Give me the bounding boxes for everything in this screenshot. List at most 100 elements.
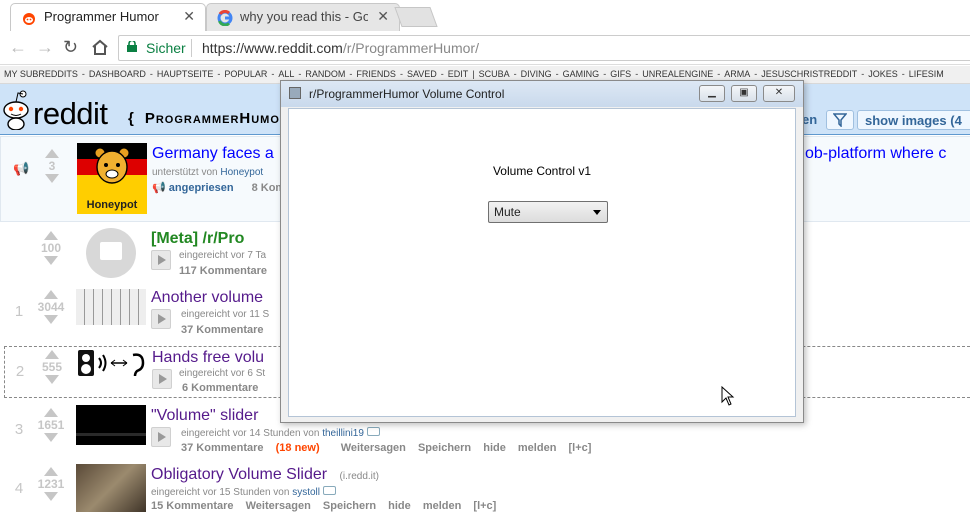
expando-button[interactable]	[151, 250, 171, 270]
honeypot-bear-icon	[94, 147, 130, 184]
subreddit-bar-link[interactable]: JESUSCHRISTREDDIT	[757, 69, 861, 79]
forward-arrow-icon[interactable]: →	[36, 37, 54, 58]
tab-google-search[interactable]: why you read this - Goo ✕	[206, 3, 400, 31]
upvote-arrow-icon[interactable]	[44, 290, 58, 299]
subreddit-bar-link[interactable]: SCUBA	[475, 69, 514, 79]
minimize-button[interactable]: ▁	[699, 85, 725, 102]
post-domain[interactable]: (i.redd.it)	[340, 471, 379, 482]
close-tab-icon[interactable]: ✕	[377, 8, 389, 25]
tagline-text: eingereicht vor 14 Stunden von	[181, 428, 320, 439]
expando-button[interactable]	[151, 309, 171, 329]
hide-link[interactable]: hide	[388, 500, 411, 512]
subreddit-bar-link[interactable]: MY SUBREDDITS	[0, 69, 82, 79]
subreddit-title[interactable]: {ProgrammerHumor	[128, 110, 289, 127]
comments-link[interactable]: 117 Kommentare	[179, 265, 267, 277]
post-title-continued[interactable]: ob-platform where c	[805, 145, 946, 163]
header-link-partial[interactable]: en	[802, 112, 817, 127]
expando-button[interactable]	[151, 427, 171, 447]
link-comments-link[interactable]: [l+c]	[473, 500, 496, 512]
show-images-button[interactable]: show images (4	[857, 110, 970, 130]
post-title[interactable]: "Volume" slider	[151, 407, 258, 425]
upvote-arrow-icon[interactable]	[44, 231, 58, 240]
save-link[interactable]: Speichern	[418, 442, 471, 454]
post-score: 3	[48, 159, 56, 173]
tab-title: Programmer Humor	[44, 9, 159, 24]
subreddit-bar-link[interactable]: ARMA	[720, 69, 754, 79]
post-title[interactable]: Germany faces a	[152, 145, 274, 163]
downvote-arrow-icon[interactable]	[44, 315, 58, 324]
upvote-arrow-icon[interactable]	[45, 149, 59, 158]
downvote-arrow-icon[interactable]	[45, 174, 59, 183]
reddit-alien-logo-icon[interactable]	[1, 90, 31, 130]
subreddit-bar-link[interactable]: HAUPTSEITE	[153, 69, 218, 79]
tab-title: why you read this - Goo	[240, 9, 368, 24]
close-window-button[interactable]: ✕	[763, 85, 795, 102]
close-tab-icon[interactable]: ✕	[183, 8, 195, 25]
filter-icon	[833, 113, 847, 127]
post-title[interactable]: Hands free volu	[152, 349, 264, 367]
downvote-arrow-icon[interactable]	[45, 375, 59, 384]
subreddit-bar-link[interactable]: UNREALENGINE	[638, 69, 717, 79]
reddit-wordmark[interactable]: reddit	[33, 96, 108, 132]
window-titlebar[interactable]: r/ProgrammerHumor Volume Control ▁ ▣ ✕	[281, 81, 803, 107]
comments-link[interactable]: 37 Kommentare (18 new)	[181, 442, 329, 454]
upvote-arrow-icon[interactable]	[45, 350, 59, 359]
downvote-arrow-icon[interactable]	[44, 433, 58, 442]
tab-programmer-humor[interactable]: Programmer Humor ✕	[10, 3, 206, 31]
post-title[interactable]: Another volume	[151, 289, 263, 307]
subreddit-bar-link[interactable]: LIFESIM	[905, 69, 948, 79]
post-author[interactable]: Honeypot	[220, 167, 263, 178]
subreddit-bar-link[interactable]: RANDOM	[301, 69, 349, 79]
subreddit-bar-link[interactable]: ALL	[274, 69, 298, 79]
expando-button[interactable]	[152, 369, 172, 389]
subreddit-bar-link[interactable]: GAMING	[559, 69, 604, 79]
subreddit-bar-link[interactable]: FRIENDS	[352, 69, 400, 79]
back-arrow-icon[interactable]: ←	[9, 37, 27, 58]
post-author[interactable]: systoll	[292, 487, 320, 498]
post-rank: 4	[14, 480, 24, 497]
home-icon[interactable]	[91, 39, 109, 55]
volume-control-window: r/ProgrammerHumor Volume Control ▁ ▣ ✕ V…	[280, 80, 804, 423]
subreddit-bar-link[interactable]: DIVING	[517, 69, 556, 79]
subreddit-bar-link[interactable]: DASHBOARD	[85, 69, 150, 79]
share-link[interactable]: Weitersagen	[246, 500, 311, 512]
post-thumbnail[interactable]: Honeypot	[77, 143, 147, 214]
post-title[interactable]: [Meta] /r/Pro	[151, 230, 244, 248]
post-thumbnail[interactable]	[76, 464, 146, 512]
reload-icon[interactable]: ↻	[63, 37, 78, 58]
downvote-arrow-icon[interactable]	[44, 256, 58, 265]
link-comments-link[interactable]: [l+c]	[568, 442, 591, 454]
report-link[interactable]: melden	[518, 442, 557, 454]
report-link[interactable]: melden	[423, 500, 462, 512]
volume-select[interactable]: Mute	[488, 201, 608, 223]
comments-link[interactable]: 6 Kommentare	[182, 382, 258, 394]
address-bar[interactable]: Sicher https://www.reddit.com/r/Programm…	[118, 35, 970, 61]
subreddit-bar-link[interactable]: SAVED	[403, 69, 441, 79]
new-tab-button[interactable]	[394, 7, 438, 27]
post-buttons: 37 Kommentare	[181, 324, 273, 336]
post-thumbnail[interactable]	[76, 405, 146, 445]
subreddit-bar-link[interactable]: GIFS	[606, 69, 635, 79]
vote-box: 1651	[37, 408, 65, 442]
downvote-arrow-icon[interactable]	[44, 492, 58, 501]
post-title[interactable]: Obligatory Volume Slider (i.redd.it)	[151, 466, 379, 484]
share-link[interactable]: Weitersagen	[341, 442, 406, 454]
hide-link[interactable]: hide	[483, 442, 506, 454]
volume-control-label: Volume Control v1	[492, 164, 592, 178]
post-thumbnail[interactable]	[77, 349, 147, 377]
save-link[interactable]: Speichern	[323, 500, 376, 512]
post-author[interactable]: theillini19	[322, 428, 364, 439]
subreddit-bar-link[interactable]: EDIT	[444, 69, 473, 79]
upvote-arrow-icon[interactable]	[44, 408, 58, 417]
filter-button[interactable]	[826, 110, 854, 130]
restore-button[interactable]: ▣	[731, 85, 757, 102]
post-thumbnail[interactable]	[76, 228, 146, 278]
megaphone-icon: 📢	[13, 161, 30, 176]
subreddit-bar-link[interactable]: JOKES	[864, 69, 902, 79]
comments-link[interactable]: 37 Kommentare	[181, 324, 264, 336]
upvote-arrow-icon[interactable]	[44, 467, 58, 476]
url-text[interactable]: https://www.reddit.com/r/ProgrammerHumor…	[202, 40, 479, 56]
comments-link[interactable]: 15 Kommentare	[151, 500, 234, 512]
post-thumbnail[interactable]	[76, 289, 146, 325]
subreddit-bar-link[interactable]: POPULAR	[220, 69, 271, 79]
